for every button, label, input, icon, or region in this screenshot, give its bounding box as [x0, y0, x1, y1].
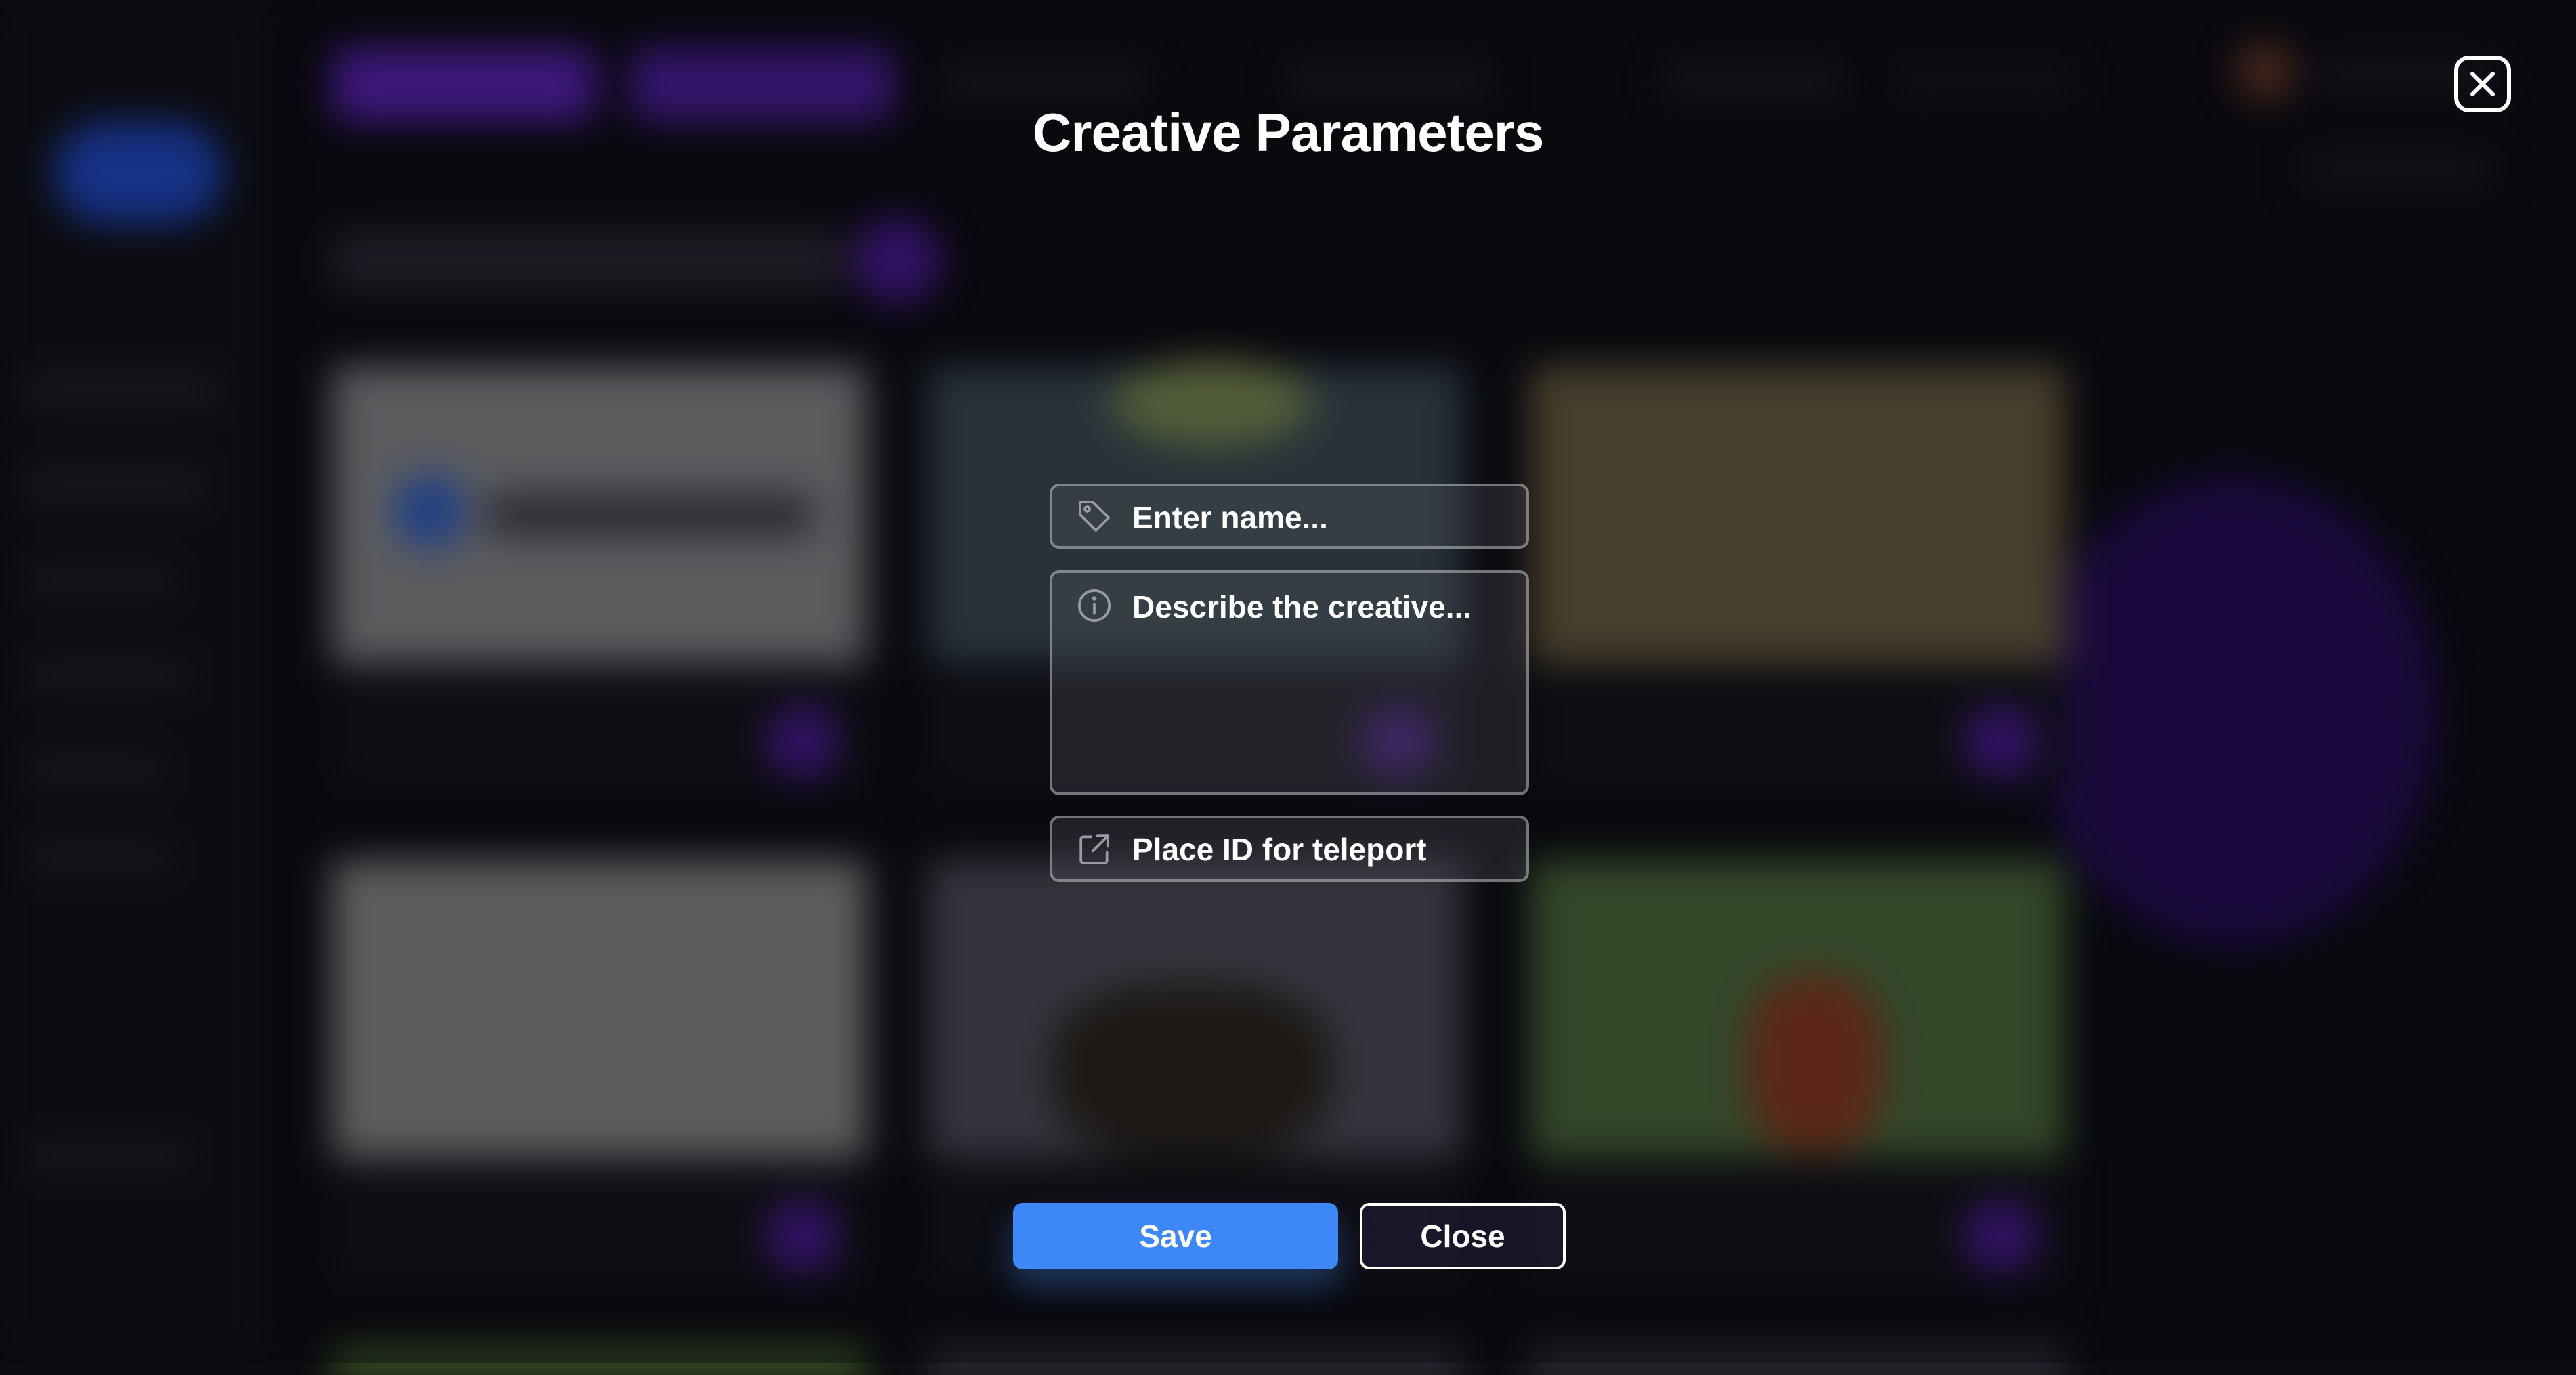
close-button[interactable]: Close: [1360, 1203, 1566, 1269]
tag-icon: [1079, 501, 1110, 532]
name-input[interactable]: [1132, 500, 1513, 535]
place-id-field[interactable]: [1050, 816, 1529, 882]
save-button[interactable]: Save: [1013, 1203, 1338, 1269]
name-field[interactable]: [1050, 484, 1529, 549]
info-circle-icon: [1077, 589, 1111, 622]
modal-title: Creative Parameters: [1032, 102, 1545, 163]
external-link-icon: [1079, 834, 1109, 864]
place-id-input[interactable]: [1132, 832, 1513, 867]
description-input[interactable]: [1132, 588, 1513, 779]
close-modal-button[interactable]: [2454, 56, 2511, 112]
description-field[interactable]: [1050, 570, 1529, 795]
close-x-icon: [2470, 72, 2495, 96]
